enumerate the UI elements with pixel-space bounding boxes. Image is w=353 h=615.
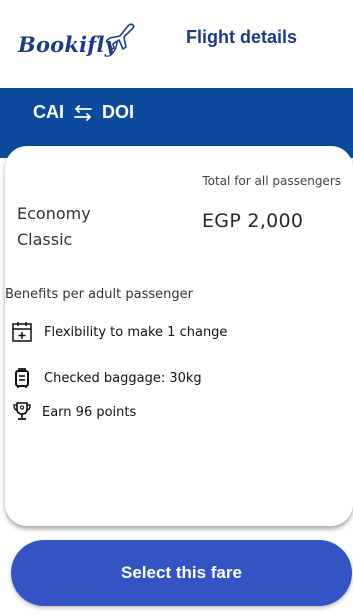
benefit-label: Flexibility to make 1 change xyxy=(44,324,228,340)
bookifly-logo[interactable]: Bookifly xyxy=(18,22,138,72)
fare-name: Economy Classic xyxy=(17,204,91,249)
app-header: Bookifly Flight details xyxy=(0,0,353,88)
benefit-label: Earn 96 points xyxy=(42,404,137,420)
origin-code: CAI xyxy=(33,102,64,122)
fare-price: EGP 2,000 xyxy=(202,210,304,232)
benefit-label: Checked baggage: 30kg xyxy=(44,370,202,386)
luggage-icon xyxy=(15,368,29,388)
swap-arrows-icon xyxy=(74,104,92,121)
benefit-item: Flexibility to make 1 change xyxy=(10,320,227,344)
route-summary: CAI DOI xyxy=(33,102,134,123)
plane-icon xyxy=(106,23,135,50)
destination-code: DOI xyxy=(102,102,135,122)
benefits-title: Benefits per adult passenger xyxy=(5,287,193,302)
total-label: Total for all passengers xyxy=(202,174,341,188)
logo-text: Bookifly xyxy=(18,32,118,57)
select-fare-button[interactable]: Select this fare xyxy=(11,540,352,606)
fare-card[interactable]: Total for all passengers Economy Classic… xyxy=(5,146,353,526)
calendar-plus-icon xyxy=(12,322,32,342)
page-title: Flight details xyxy=(186,27,298,47)
benefit-item: Checked baggage: 30kg xyxy=(10,366,202,390)
benefit-item: Earn 96 points xyxy=(10,400,136,424)
trophy-icon xyxy=(13,402,31,420)
